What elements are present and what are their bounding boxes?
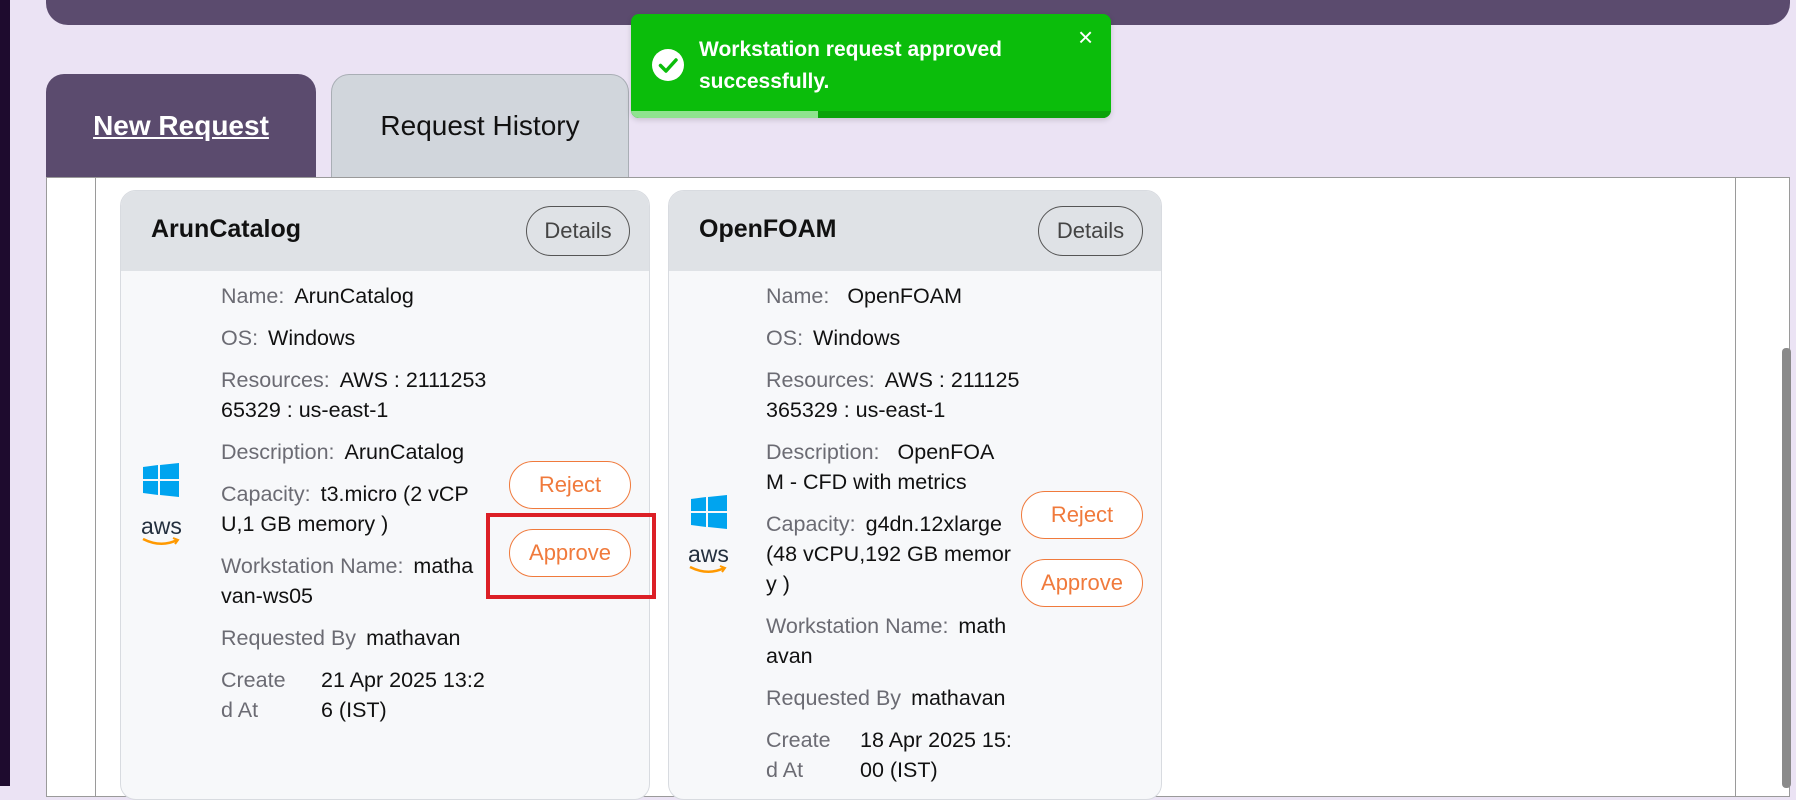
requested-by-value: mathavan: [911, 686, 1006, 710]
details-button[interactable]: Details: [1038, 206, 1143, 256]
toast-message: Workstation request approved successfull…: [699, 38, 1003, 93]
os-label: OS:: [766, 326, 804, 350]
resources-value: AWS : 2111253: [339, 368, 487, 392]
details-button[interactable]: Details: [526, 206, 630, 256]
created-at-value-cont: 00 (IST): [860, 758, 938, 782]
reject-button[interactable]: Reject: [509, 461, 631, 509]
capacity-value-cont: U,1 GB memory ): [221, 512, 389, 536]
resources-value-cont: 365329 : us-east-1: [766, 398, 946, 422]
resources-label: Resources:: [766, 368, 875, 392]
reject-button[interactable]: Reject: [1021, 491, 1143, 539]
capacity-label: Capacity:: [221, 482, 311, 506]
description-value-cont: M - CFD with metrics: [766, 470, 967, 494]
capacity-value: t3.micro (2 vCP: [320, 482, 469, 506]
approve-highlight-box: [486, 513, 656, 599]
resources-value: AWS : 211125: [884, 368, 1020, 392]
created-at-label-cont: d At: [766, 758, 804, 782]
os-label: OS:: [221, 326, 259, 350]
windows-icon: [143, 463, 179, 497]
aws-smile-icon: [689, 565, 727, 573]
created-at-value: 21 Apr 2025 13:2: [321, 668, 485, 692]
requested-by-value: mathavan: [366, 626, 461, 650]
request-card-openfoam: OpenFOAM Details aws Name: OpenFOAM OS: Wi…: [668, 190, 1162, 800]
workstation-name-label: Workstation Name:: [766, 614, 949, 638]
workstation-name-label: Workstation Name:: [221, 554, 404, 578]
description-value: OpenFOA: [897, 440, 995, 464]
name-value: OpenFOAM: [847, 284, 963, 308]
toast-progress-bar: [631, 111, 819, 118]
check-circle-icon: [652, 49, 684, 81]
capacity-label: Capacity:: [766, 512, 856, 536]
os-value: Windows: [268, 326, 356, 350]
request-card-aruncatalog: ArunCatalog Details aws Name: ArunCatalog…: [120, 190, 650, 800]
description-label: Description:: [766, 440, 880, 464]
workstation-name-value-cont: van-ws05: [221, 584, 314, 608]
aws-icon: aws: [141, 513, 182, 539]
capacity-value: g4dn.12xlarge: [865, 512, 1002, 536]
requested-by-label: Requested By: [766, 686, 902, 710]
window-edge: [0, 0, 10, 786]
card-title: ArunCatalog: [151, 215, 301, 243]
vertical-scrollbar[interactable]: [1782, 348, 1791, 788]
description-label: Description:: [221, 440, 335, 464]
workstation-name-value: matha: [413, 554, 474, 578]
os-value: Windows: [813, 326, 901, 350]
created-at-label: Create: [766, 728, 831, 752]
resources-label: Resources:: [221, 368, 330, 392]
panel-divider-left: [95, 177, 96, 797]
aws-icon: aws: [688, 541, 729, 567]
panel-divider-right: [1735, 177, 1736, 797]
aws-smile-icon: [142, 537, 180, 545]
card-title: OpenFOAM: [699, 215, 837, 243]
created-at-value: 18 Apr 2025 15:: [860, 728, 1012, 752]
windows-icon: [691, 495, 727, 529]
success-toast: Workstation request approved successfull…: [631, 14, 1111, 118]
resources-value-cont: 65329 : us-east-1: [221, 398, 389, 422]
workstation-name-value-cont: avan: [766, 644, 813, 668]
created-at-label: Create: [221, 668, 286, 692]
tab-request-history[interactable]: Request History: [331, 74, 629, 177]
card-header: ArunCatalog Details: [121, 191, 649, 271]
card-header: OpenFOAM Details: [669, 191, 1161, 271]
requested-by-label: Requested By: [221, 626, 357, 650]
capacity-value-cont-2: y ): [766, 572, 790, 596]
tab-new-request[interactable]: New Request: [46, 74, 316, 177]
name-label: Name:: [766, 284, 830, 308]
created-at-label-cont: d At: [221, 698, 259, 722]
name-value: ArunCatalog: [294, 284, 414, 308]
description-value: ArunCatalog: [344, 440, 465, 464]
approve-button[interactable]: Approve: [1021, 559, 1143, 607]
created-at-value-cont: 6 (IST): [321, 698, 387, 722]
name-label: Name:: [221, 284, 285, 308]
capacity-value-cont: (48 vCPU,192 GB memor: [766, 542, 1011, 566]
close-icon[interactable]: ×: [1078, 24, 1093, 50]
workstation-name-value: math: [958, 614, 1007, 638]
